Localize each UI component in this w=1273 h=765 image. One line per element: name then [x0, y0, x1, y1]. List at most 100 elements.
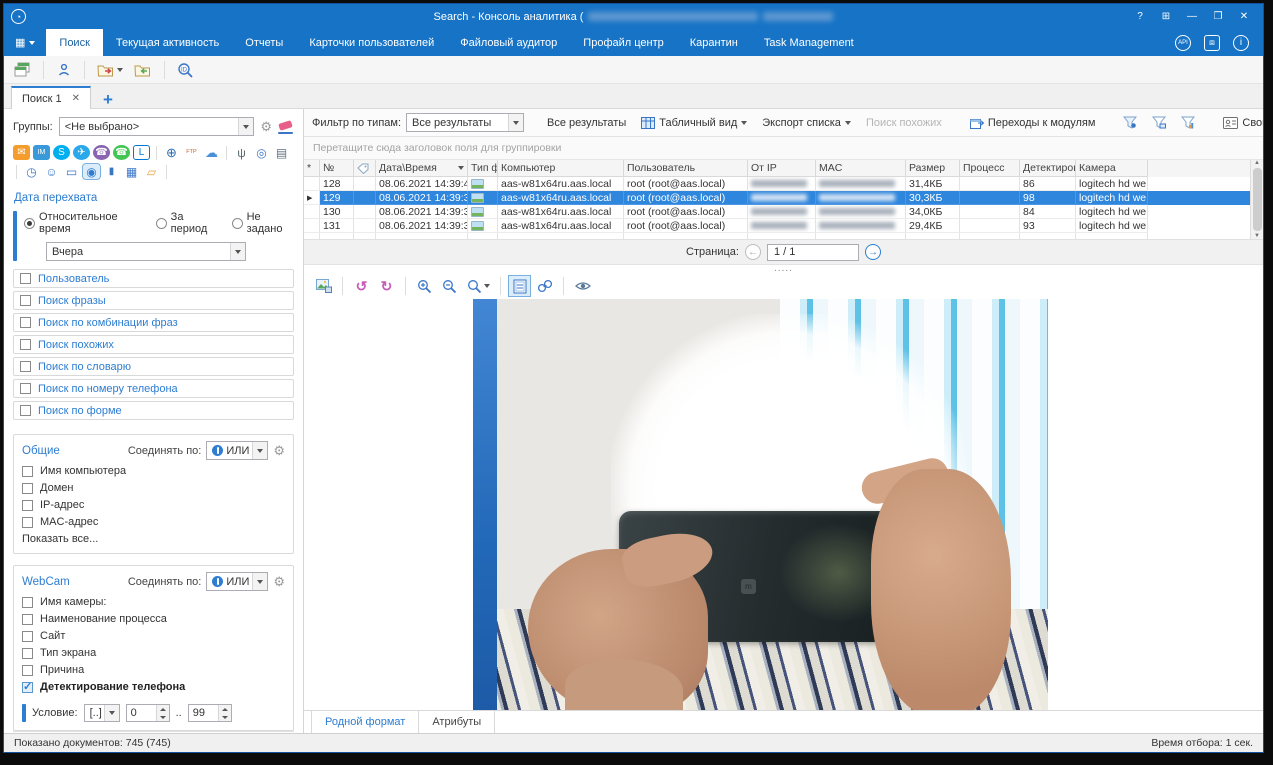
zoom-out-icon[interactable]: [439, 276, 460, 296]
viber-icon[interactable]: ☎: [93, 145, 110, 160]
cell-process[interactable]: [960, 177, 1020, 191]
device-search-icon[interactable]: ◎: [253, 145, 270, 160]
column-header[interactable]: Дата\Время: [376, 160, 468, 177]
cell-size[interactable]: 29,4КБ: [906, 219, 960, 233]
criteria-row[interactable]: Детектирование телефона: [22, 681, 285, 693]
page-input[interactable]: 1 / 1: [767, 244, 859, 261]
export-list-button[interactable]: Экспорт списка: [757, 115, 856, 131]
criteria-row[interactable]: IP-адрес: [22, 499, 285, 511]
help-icon[interactable]: ?: [1127, 8, 1153, 26]
cell-user[interactable]: root (root@aas.local): [624, 191, 748, 205]
column-header[interactable]: Процесс: [960, 160, 1020, 177]
new-window-icon[interactable]: [11, 60, 34, 79]
cell-process[interactable]: [960, 205, 1020, 219]
printer-icon[interactable]: ▤: [273, 145, 290, 160]
criteria-row[interactable]: Имя компьютера: [22, 465, 285, 477]
column-header[interactable]: Камера: [1076, 160, 1148, 177]
filter-section-0[interactable]: Пользователь: [13, 269, 294, 288]
minimize-icon[interactable]: —: [1179, 8, 1205, 26]
table-scrollbar[interactable]: ▲ ▼: [1250, 160, 1263, 239]
radio-icon[interactable]: [156, 218, 167, 229]
cell-detected[interactable]: 84: [1020, 205, 1076, 219]
im-icon[interactable]: IM: [33, 145, 50, 160]
table-row[interactable]: 131 08.06.2021 14:39:33 aas-w81x64ru.aas.l…: [304, 219, 1263, 233]
checkbox[interactable]: [22, 500, 33, 511]
row-marker[interactable]: ▶: [304, 191, 320, 205]
tab-native-format[interactable]: Родной формат: [311, 711, 419, 733]
common-join-select[interactable]: ИЛИ: [206, 441, 268, 460]
skype-icon[interactable]: S: [53, 145, 70, 160]
close-icon[interactable]: ✕: [1231, 8, 1257, 26]
cloud-icon[interactable]: ☁: [203, 145, 220, 160]
webcam-settings-icon[interactable]: ⚙: [273, 575, 285, 588]
prev-page-icon[interactable]: ←: [745, 244, 761, 260]
app-menu-button[interactable]: ▦: [4, 29, 46, 56]
criteria-row[interactable]: Сайт: [22, 630, 285, 642]
redacted-ip[interactable]: [748, 219, 816, 233]
checkbox[interactable]: [20, 273, 31, 284]
tab-attributes[interactable]: Атрибуты: [419, 711, 495, 733]
redacted-ip[interactable]: [748, 177, 816, 191]
goto-modules-button[interactable]: Переходы к модулям: [965, 115, 1101, 131]
cell-process[interactable]: [960, 219, 1020, 233]
scroll-down-icon[interactable]: ▼: [1254, 233, 1260, 239]
next-page-icon[interactable]: →: [865, 244, 881, 260]
import-search-icon[interactable]: [131, 61, 155, 79]
cell-num[interactable]: 129: [320, 191, 354, 205]
file-type-icon[interactable]: [468, 177, 498, 191]
menu-tab-4[interactable]: Файловый аудитор: [447, 29, 570, 56]
checkbox[interactable]: [22, 631, 33, 642]
row-marker[interactable]: [304, 205, 320, 219]
add-search-tab-button[interactable]: +: [103, 95, 113, 105]
filter-section-2[interactable]: Поиск по комбинации фраз: [13, 313, 294, 332]
filter-stats-icon[interactable]: [1176, 114, 1200, 131]
criteria-row[interactable]: Домен: [22, 482, 285, 494]
column-header[interactable]: Компьютер: [498, 160, 624, 177]
menu-tab-2[interactable]: Отчеты: [232, 29, 296, 56]
checkbox[interactable]: [20, 295, 31, 306]
table-row[interactable]: 13008.06.2021 14:39:36aas-w81x64ru.aas.l…: [304, 205, 1263, 219]
whatsapp-icon[interactable]: ☎: [113, 145, 130, 160]
zoom-select-icon[interactable]: [464, 276, 492, 296]
column-header[interactable]: Размер: [906, 160, 960, 177]
cell-datetime[interactable]: 08.06.2021 14:39:36: [376, 205, 468, 219]
save-image-icon[interactable]: [313, 276, 334, 296]
column-header[interactable]: Детектирова: [1020, 160, 1076, 177]
column-header[interactable]: От IP: [748, 160, 816, 177]
cell-computer[interactable]: aas-w81x64ru.aas.local: [498, 219, 624, 233]
monitor-icon[interactable]: ▭: [63, 164, 80, 179]
condition-operator-select[interactable]: [..]: [84, 704, 120, 722]
cell-computer[interactable]: aas-w81x64ru.aas.local: [498, 205, 624, 219]
menu-tab-5[interactable]: Профайл центр: [570, 29, 676, 56]
redacted-ip[interactable]: [748, 191, 816, 205]
api-icon[interactable]: API: [1175, 35, 1191, 51]
checkbox[interactable]: [22, 517, 33, 528]
filter-section-1[interactable]: Поиск фразы: [13, 291, 294, 310]
cell-user[interactable]: root (root@aas.local): [624, 177, 748, 191]
user-search-icon[interactable]: [53, 60, 75, 79]
cell-process[interactable]: [960, 191, 1020, 205]
date-preset-select[interactable]: Вчера: [46, 242, 246, 261]
filter-section-4[interactable]: Поиск по словарю: [13, 357, 294, 376]
menu-tab-0[interactable]: Поиск: [46, 29, 102, 56]
telegram-icon[interactable]: ✈: [73, 145, 90, 160]
filter-computer-icon[interactable]: [1147, 114, 1171, 131]
id-search-icon[interactable]: ID: [174, 60, 197, 80]
search-tab-close-icon[interactable]: ✕: [72, 93, 80, 104]
cell-user[interactable]: root (root@aas.local): [624, 205, 748, 219]
webcam-icon[interactable]: ◉: [83, 164, 100, 179]
cell-computer[interactable]: aas-w81x64ru.aas.local: [498, 177, 624, 191]
radio-icon[interactable]: [232, 218, 243, 229]
criteria-row[interactable]: Тип экрана: [22, 647, 285, 659]
microphone-icon[interactable]: ▮: [103, 164, 120, 179]
cell-size[interactable]: 30,3КБ: [906, 191, 960, 205]
cell-camera[interactable]: logitech hd we...: [1076, 177, 1148, 191]
cell-camera[interactable]: logitech hd we...: [1076, 191, 1148, 205]
column-header[interactable]: *: [304, 160, 320, 177]
zoom-in-icon[interactable]: [414, 276, 435, 296]
menu-tab-1[interactable]: Текущая активность: [103, 29, 232, 56]
file-type-icon[interactable]: [468, 191, 498, 205]
redacted-mac[interactable]: [816, 191, 906, 205]
cell-num[interactable]: 131: [320, 219, 354, 233]
cell-datetime[interactable]: 08.06.2021 14:39:33: [376, 219, 468, 233]
